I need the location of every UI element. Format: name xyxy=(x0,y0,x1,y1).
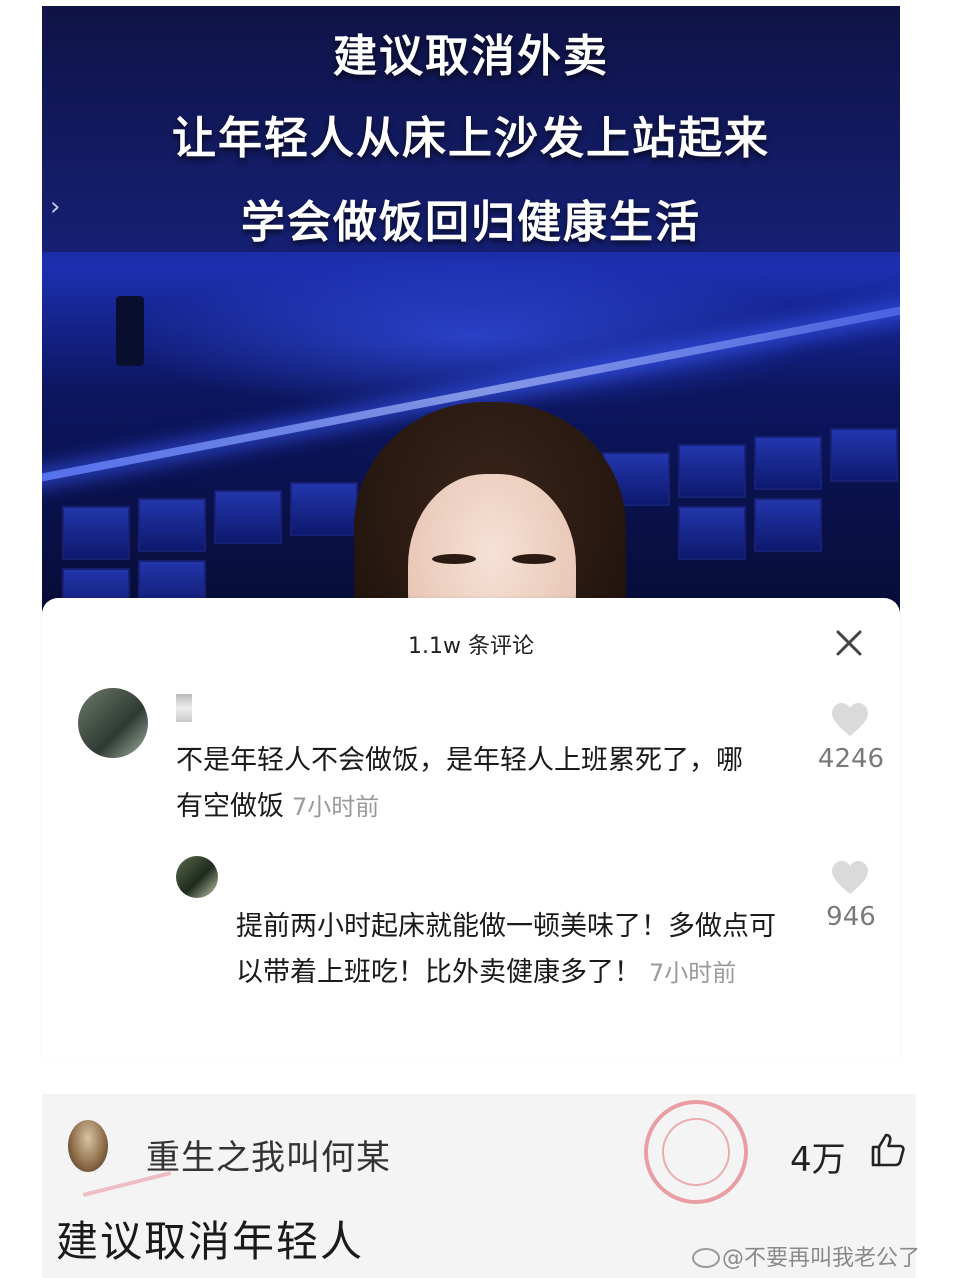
weibo-logo-icon xyxy=(692,1248,720,1268)
comments-panel: 1.1w 条评论 不是年轻人不会做饭，是年轻人上班累死了，哪有空做饭 7小时前 4… xyxy=(42,598,900,1060)
like-count: 946 xyxy=(826,902,876,932)
studio-monitor xyxy=(754,436,822,490)
comments-count-title: 1.1w 条评论 xyxy=(408,634,534,659)
username-blurred[interactable] xyxy=(176,694,192,722)
studio-monitor xyxy=(62,506,130,560)
reply-text: 提前两小时起床就能做一顿美味了！多做点可以带着上班吃！比外卖健康多了！ 7小时前 xyxy=(236,904,796,996)
studio-monitor xyxy=(138,498,206,552)
heart-icon[interactable] xyxy=(830,702,870,738)
comment-username[interactable]: 重生之我叫何某 xyxy=(146,1130,391,1179)
thumbs-up-icon[interactable] xyxy=(870,1132,906,1168)
studio-monitor xyxy=(290,482,358,536)
avatar[interactable] xyxy=(176,856,218,898)
stamp-watermark xyxy=(632,1088,760,1216)
studio-monitor xyxy=(830,428,898,482)
close-icon[interactable] xyxy=(832,626,866,660)
comment-text: 不是年轻人不会做饭，是年轻人上班累死了，哪有空做饭 7小时前 xyxy=(176,738,766,830)
video-player[interactable]: 建议取消外卖 让年轻人从床上沙发上站起来 学会做饭回归健康生活 › xyxy=(42,6,900,626)
chevron-right-icon[interactable]: › xyxy=(50,192,60,222)
like-count: 4万 xyxy=(790,1140,846,1180)
comment-text: 建议取消年轻人 xyxy=(56,1217,365,1266)
avatar[interactable] xyxy=(78,688,148,758)
avatar[interactable] xyxy=(68,1120,108,1172)
comment-body: 不是年轻人不会做饭，是年轻人上班累死了，哪有空做饭 xyxy=(176,745,743,822)
stamp-inner-ring xyxy=(654,1110,738,1194)
reply-time: 7小时前 xyxy=(649,959,737,987)
caption-line-1: 建议取消外卖 xyxy=(333,31,609,82)
news-anchor-eye xyxy=(432,554,476,564)
watermark-text: @不要再叫我老公了 xyxy=(722,1246,921,1271)
like-count: 4246 xyxy=(817,744,885,774)
heart-icon[interactable] xyxy=(830,860,870,896)
caption-line-2: 让年轻人从床上沙发上站起来 xyxy=(172,113,770,164)
weibo-watermark: @不要再叫我老公了 xyxy=(692,1240,920,1272)
studio-monitor xyxy=(678,506,746,560)
caption-line-3: 学会做饭回归健康生活 xyxy=(241,197,701,248)
studio-monitor xyxy=(678,444,746,498)
news-anchor-eye xyxy=(512,554,556,564)
studio-camera xyxy=(116,296,144,366)
comment-time: 7小时前 xyxy=(292,793,380,821)
studio-monitor xyxy=(754,498,822,552)
studio-monitor xyxy=(214,490,282,544)
